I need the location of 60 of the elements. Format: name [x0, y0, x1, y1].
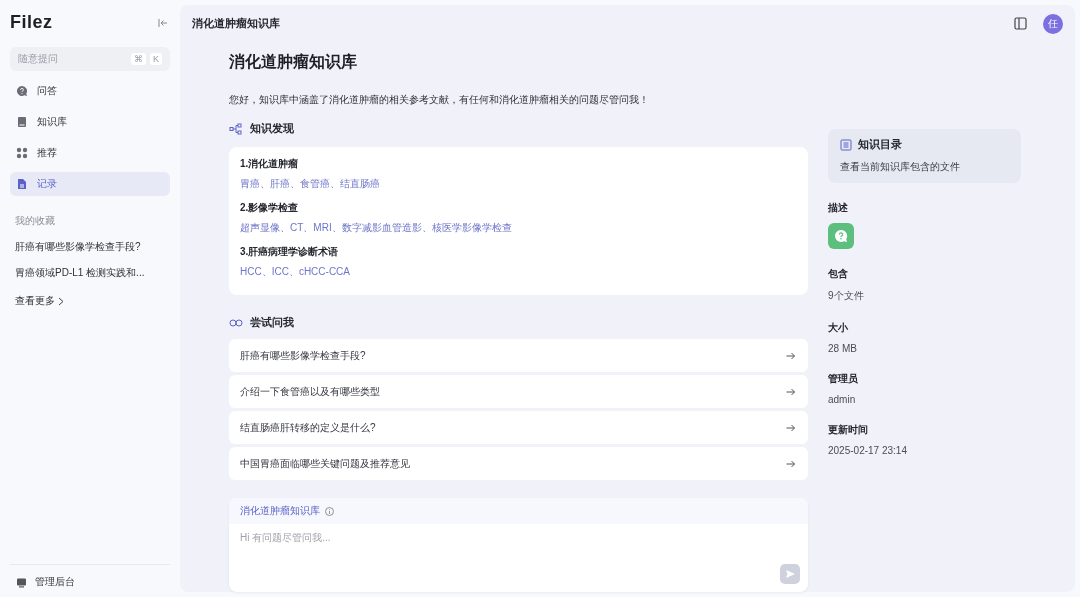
- section-heading: 知识发现: [250, 121, 294, 136]
- logo: Filez: [10, 12, 53, 33]
- list-icon: [840, 138, 852, 151]
- infinity-icon: [229, 318, 243, 327]
- arrow-right-icon: [786, 351, 796, 360]
- view-more-link[interactable]: 查看更多: [15, 294, 55, 308]
- collapse-sidebar-icon[interactable]: [158, 17, 168, 28]
- shortcut-key: ⌘: [131, 53, 146, 65]
- info-label: 大小: [828, 321, 849, 335]
- grid-icon: [16, 147, 28, 159]
- section-heading: 我的收藏: [14, 214, 56, 228]
- sidebar-item[interactable]: 问答: [10, 79, 170, 103]
- scope-label: 消化道肿瘤知识库: [240, 504, 320, 518]
- catalog-subtitle: 查看当前知识库包含的文件: [840, 160, 961, 174]
- suggested-question[interactable]: 中国胃癌面临哪些关键问题及推荐意见: [229, 447, 808, 480]
- suggested-question[interactable]: 结直肠癌肝转移的定义是什么?: [229, 411, 808, 444]
- arrow-right-icon: [786, 423, 796, 432]
- question-bubble-icon: [834, 229, 848, 243]
- info-label: 包含: [828, 267, 849, 281]
- shortcut-key: K: [150, 53, 162, 65]
- chat-input[interactable]: Hi 有问题尽管问我...: [240, 532, 800, 543]
- suggested-question[interactable]: 介绍一下食管癌以及有哪些类型: [229, 375, 808, 408]
- user-avatar[interactable]: 任: [1043, 13, 1063, 34]
- knowledge-base-title: 消化道肿瘤知识库: [229, 52, 358, 72]
- suggested-question[interactable]: 肝癌有哪些影像学检查手段?: [229, 339, 808, 372]
- book-icon: [16, 116, 28, 128]
- section-heading: 尝试问我: [250, 315, 294, 330]
- send-icon: [784, 569, 796, 579]
- info-label: 更新时间: [828, 423, 869, 437]
- info-value: 28 MB: [828, 343, 858, 354]
- topic-terms[interactable]: 超声显像、CT、MRI、数字减影血管造影、核医学影像学检查: [240, 221, 797, 235]
- favorite-item[interactable]: 胃癌领域PD-L1 检测实践和...: [10, 266, 170, 280]
- info-value: admin: [828, 394, 857, 405]
- sidebar-item[interactable]: 知识库: [10, 110, 170, 134]
- panel-toggle-icon[interactable]: [1014, 17, 1027, 30]
- topic-title: 3.肝癌病理学诊断术语: [240, 245, 340, 259]
- page-title: 消化道肿瘤知识库: [192, 16, 280, 31]
- monitor-icon: [16, 576, 27, 588]
- info-icon: [325, 506, 334, 516]
- info-label: 管理员: [828, 372, 859, 386]
- info-value: 9个文件: [828, 289, 865, 303]
- admin-console-link[interactable]: 管理后台: [35, 575, 75, 589]
- sidebar-item[interactable]: 推荐: [10, 141, 170, 165]
- topic-terms[interactable]: 胃癌、肝癌、食管癌、结直肠癌: [240, 177, 797, 191]
- document-icon: [16, 178, 28, 190]
- intro-text: 您好，知识库中涵盖了消化道肿瘤的相关参考文献，有任何和消化道肿瘤相关的问题尽管问我！: [229, 93, 650, 107]
- catalog-title: 知识目录: [858, 137, 902, 152]
- info-label: 描述: [828, 201, 849, 215]
- chevron-right-icon: [58, 296, 64, 306]
- topic-title: 2.影像学检查: [240, 201, 300, 215]
- info-value: 2025-02-17 23:14: [828, 445, 908, 456]
- sidebar-item[interactable]: 记录: [10, 172, 170, 196]
- arrow-right-icon: [786, 387, 796, 396]
- topic-terms[interactable]: HCC、ICC、cHCC-CCA: [240, 265, 797, 279]
- question-bubble-icon: [16, 85, 28, 97]
- favorite-item[interactable]: 肝癌有哪些影像学检查手段?: [10, 240, 170, 254]
- network-icon: [229, 122, 243, 135]
- topic-title: 1.消化道肿瘤: [240, 157, 300, 171]
- catalog-card[interactable]: 知识目录 查看当前知识库包含的文件: [828, 129, 1021, 183]
- arrow-right-icon: [786, 459, 796, 468]
